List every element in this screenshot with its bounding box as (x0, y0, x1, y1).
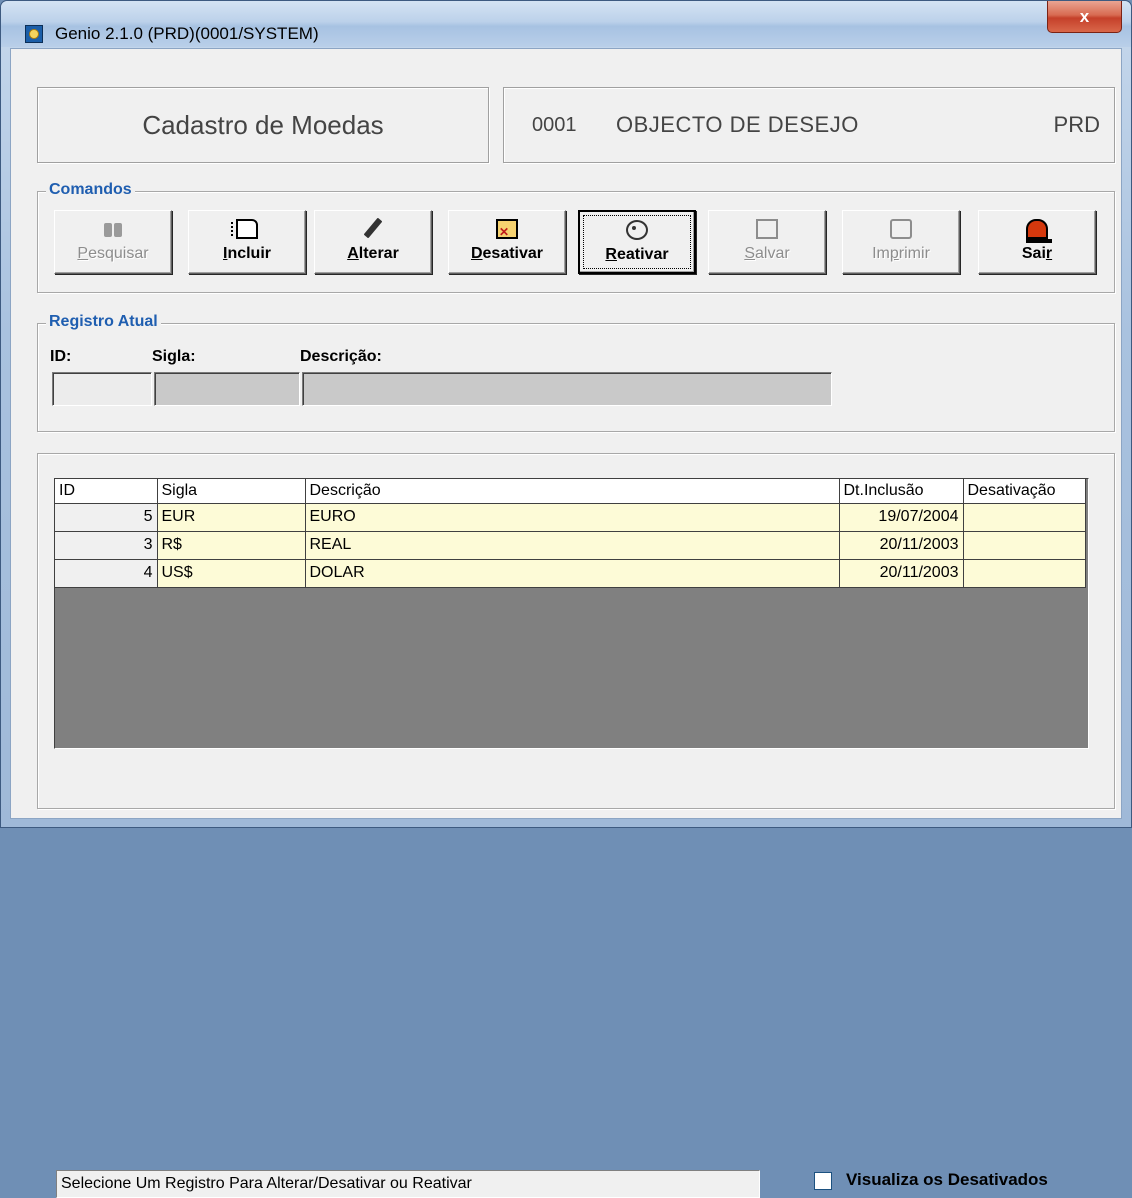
app-icon[interactable] (25, 25, 43, 43)
exit-icon (1026, 219, 1052, 243)
save-button-label: alvar (754, 245, 790, 262)
cell-descricao: REAL (305, 531, 840, 560)
print-button[interactable]: Imprimir (842, 210, 960, 274)
commands-group-label: Comandos (46, 181, 135, 199)
edit-button-label: lterar (358, 245, 399, 262)
company-code: 0001 (532, 114, 577, 136)
reactivate-button-label: eativar (616, 246, 669, 263)
print-icon (890, 219, 912, 239)
title-bar[interactable]: Genio 2.1.0 (PRD)(0001/SYSTEM) x (1, 1, 1131, 47)
edit-button[interactable]: Alterar (314, 210, 432, 274)
show-deactivated-checkbox[interactable] (814, 1172, 832, 1190)
cell-descricao: DOLAR (305, 559, 840, 588)
grid-panel: ID Sigla Descrição Dt.Inclusão Desativaç… (37, 453, 1115, 1198)
window-title: Genio 2.1.0 (PRD)(0001/SYSTEM) (55, 24, 319, 43)
grid-header-row: ID Sigla Descrição Dt.Inclusão Desativaç… (55, 479, 1086, 504)
environment-label: PRD (1053, 112, 1100, 137)
current-record-group: Registro Atual ID: Sigla: Descrição: (37, 313, 1115, 432)
deactivate-button-label-key: D (470, 245, 483, 262)
cell-desativacao (963, 531, 1086, 560)
cell-id: 5 (55, 503, 158, 532)
exit-button-label-key: r (1045, 245, 1053, 262)
table-row[interactable]: 4 US$ DOLAR 20/11/2003 (55, 559, 1086, 588)
deactivate-button-label: esativar (482, 245, 544, 262)
sigla-field[interactable] (154, 372, 300, 406)
binoculars-icon (102, 219, 124, 239)
pencil-icon (362, 219, 384, 239)
cell-desativacao (963, 559, 1086, 588)
include-button[interactable]: Incluir (188, 210, 306, 274)
search-button[interactable]: Pesquisar (54, 210, 172, 274)
search-button-label: esquisar (88, 245, 149, 262)
descricao-field[interactable] (302, 372, 832, 406)
new-document-icon (231, 219, 258, 239)
app-window: Genio 2.1.0 (PRD)(0001/SYSTEM) x Cadastr… (0, 0, 1132, 1198)
exit-button-label-pre: Sai (1021, 245, 1046, 262)
company-panel: 0001 OBJECTO DE DESEJO PRD (503, 87, 1115, 163)
edit-button-label-key: A (347, 245, 359, 262)
sigla-label: Sigla: (152, 348, 196, 365)
col-header-id[interactable]: ID (55, 479, 158, 504)
cell-sigla: EUR (157, 503, 306, 532)
screen-title-panel: Cadastro de Moedas (37, 87, 489, 163)
include-button-label: ncluir (227, 245, 271, 262)
cell-id: 3 (55, 531, 158, 560)
company-name: OBJECTO DE DESEJO (616, 112, 859, 137)
cell-descricao: EURO (305, 503, 840, 532)
col-header-desativacao[interactable]: Desativação (963, 479, 1086, 504)
reactivate-button[interactable]: Reativar (578, 210, 696, 274)
cell-id: 4 (55, 559, 158, 588)
save-button-label-key: S (744, 245, 755, 262)
print-button-label: rimir (898, 245, 930, 262)
print-button-label-key: p (889, 245, 899, 262)
cell-sigla: US$ (157, 559, 306, 588)
screen-title: Cadastro de Moedas (142, 109, 384, 140)
currency-table: ID Sigla Descrição Dt.Inclusão Desativaç… (55, 479, 1086, 588)
col-header-descricao[interactable]: Descrição (305, 479, 840, 504)
reactivate-icon (626, 220, 648, 240)
cell-desativacao (963, 503, 1086, 532)
reactivate-button-label-key: R (605, 246, 617, 263)
col-header-dt-inclusao[interactable]: Dt.Inclusão (839, 479, 964, 504)
client-area: Cadastro de Moedas 0001 OBJECTO DE DESEJ… (10, 48, 1122, 1198)
cell-dt-inclusao: 20/11/2003 (839, 531, 964, 560)
id-label: ID: (50, 348, 72, 365)
deactivate-icon (496, 219, 518, 239)
search-button-label-key: P (77, 245, 89, 262)
commands-group: Comandos Pesquisar Incluir Alterar Desat… (37, 181, 1115, 293)
descricao-label: Descrição: (300, 348, 382, 365)
deactivate-button[interactable]: Desativar (448, 210, 566, 274)
id-field[interactable] (52, 372, 152, 406)
close-button[interactable]: x (1047, 1, 1122, 33)
print-button-label-pre: Im (872, 245, 890, 262)
table-row[interactable]: 5 EUR EURO 19/07/2004 (55, 503, 1086, 532)
show-deactivated-label[interactable]: Visualiza os Desativados (846, 1170, 1048, 1190)
status-message: Selecione Um Registro Para Alterar/Desat… (56, 1170, 760, 1198)
cell-dt-inclusao: 19/07/2004 (839, 503, 964, 532)
table-row[interactable]: 3 R$ REAL 20/11/2003 (55, 531, 1086, 560)
save-icon (756, 219, 778, 239)
save-button[interactable]: Salvar (708, 210, 826, 274)
cell-dt-inclusao: 20/11/2003 (839, 559, 964, 588)
current-record-group-label: Registro Atual (46, 313, 161, 331)
col-header-sigla[interactable]: Sigla (157, 479, 306, 504)
cell-sigla: R$ (157, 531, 306, 560)
currency-grid[interactable]: ID Sigla Descrição Dt.Inclusão Desativaç… (54, 478, 1089, 749)
exit-button[interactable]: Sair (978, 210, 1096, 274)
